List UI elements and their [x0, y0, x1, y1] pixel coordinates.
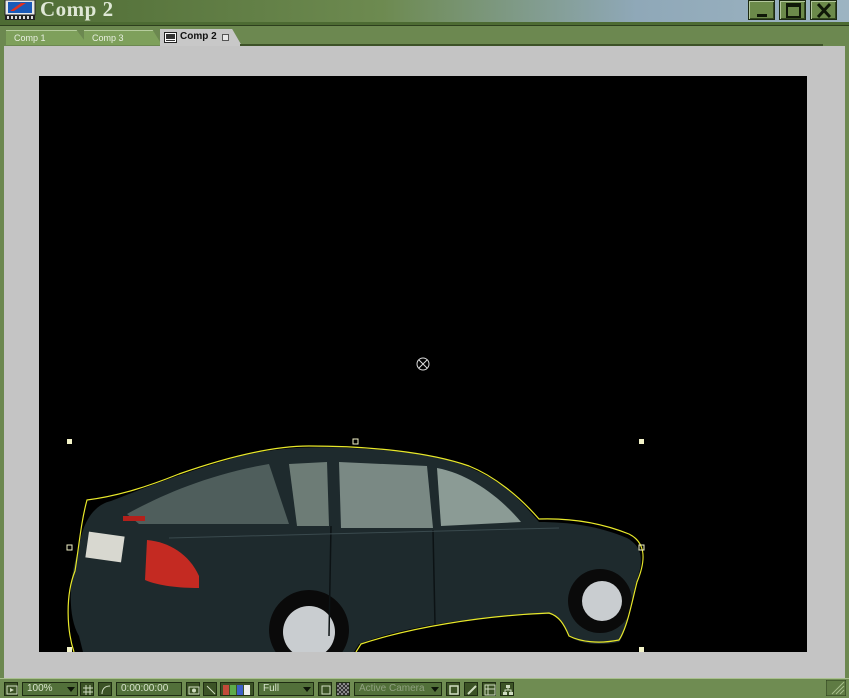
alpha-channel-swatch — [244, 685, 250, 695]
composition-tab-icon — [164, 32, 177, 43]
front-door-window — [339, 462, 433, 528]
title-bar[interactable]: Comp 2 — [0, 0, 849, 22]
tab-lock-icon[interactable] — [222, 34, 229, 41]
minimize-button[interactable] — [748, 0, 775, 20]
layer-handle-tr[interactable] — [639, 439, 644, 444]
chevron-down-icon — [303, 687, 311, 692]
comp-flowchart-icon[interactable] — [500, 682, 514, 696]
canvas-layer-art — [66, 357, 645, 652]
license-plate — [85, 531, 125, 563]
resolution-value: Full — [263, 683, 280, 694]
tab-comp-1[interactable]: Comp 1 — [6, 30, 88, 45]
maximize-button[interactable] — [779, 0, 806, 20]
magnification-dropdown[interactable]: 100% — [22, 682, 78, 696]
tab-label: Comp 2 — [180, 31, 217, 42]
blue-channel-swatch — [237, 685, 243, 695]
composition-viewer[interactable] — [4, 46, 845, 678]
current-time-display[interactable]: 0:00:00:00 — [116, 682, 182, 696]
close-button[interactable] — [810, 0, 837, 20]
camera-value: Active Camera — [359, 683, 425, 694]
transparency-grid-icon[interactable] — [336, 682, 350, 696]
window-title: Comp 2 — [40, 0, 114, 21]
comp-tab-row: Comp 1 Comp 3 Comp 2 — [0, 26, 849, 71]
chevron-down-icon — [67, 687, 75, 692]
fast-preview-icon[interactable] — [464, 682, 478, 696]
chevron-down-icon — [431, 687, 439, 692]
brake-light — [123, 516, 145, 521]
layer-handle-ml[interactable] — [66, 544, 73, 551]
tab-comp-2[interactable]: Comp 2 — [160, 29, 242, 46]
resolution-dropdown[interactable]: Full — [258, 682, 314, 696]
layer-handle-tl[interactable] — [67, 439, 72, 444]
mask-toggle-icon[interactable] — [98, 682, 112, 696]
maximize-icon — [786, 3, 801, 18]
layer-handle-br[interactable] — [639, 647, 644, 652]
layer-handle-bl[interactable] — [67, 647, 72, 652]
snapshot-icon[interactable] — [186, 682, 200, 696]
front-rim — [582, 581, 622, 621]
minimize-icon — [757, 14, 767, 17]
green-channel-swatch — [230, 685, 236, 695]
anchor-point-icon[interactable] — [416, 357, 430, 371]
region-of-interest-icon[interactable] — [318, 682, 332, 696]
timecode-value: 0:00:00:00 — [121, 683, 169, 694]
camera-dropdown[interactable]: Active Camera — [354, 682, 442, 696]
resize-grip-icon[interactable] — [826, 680, 846, 696]
composition-canvas[interactable] — [39, 76, 807, 652]
view-layout-icon[interactable] — [446, 682, 460, 696]
flowchart-icon[interactable] — [482, 682, 496, 696]
show-snapshot-icon[interactable] — [203, 682, 217, 696]
layer-handle-tm[interactable] — [352, 438, 359, 445]
composition-window: Comp 2 Comp 1 Comp 3 Comp 2 100% 0:00:00… — [0, 0, 849, 698]
close-icon — [816, 3, 832, 19]
magnification-value: 100% — [27, 683, 53, 694]
red-channel-swatch — [223, 685, 229, 695]
composition-icon — [4, 0, 36, 20]
grid-icon[interactable] — [80, 682, 94, 696]
tab-comp-3[interactable]: Comp 3 — [84, 30, 162, 45]
channel-rgb-icon[interactable] — [220, 682, 254, 696]
always-preview-icon[interactable] — [4, 682, 18, 696]
viewer-toolbar: 100% 0:00:00:00 Full Active Camera — [0, 678, 849, 698]
